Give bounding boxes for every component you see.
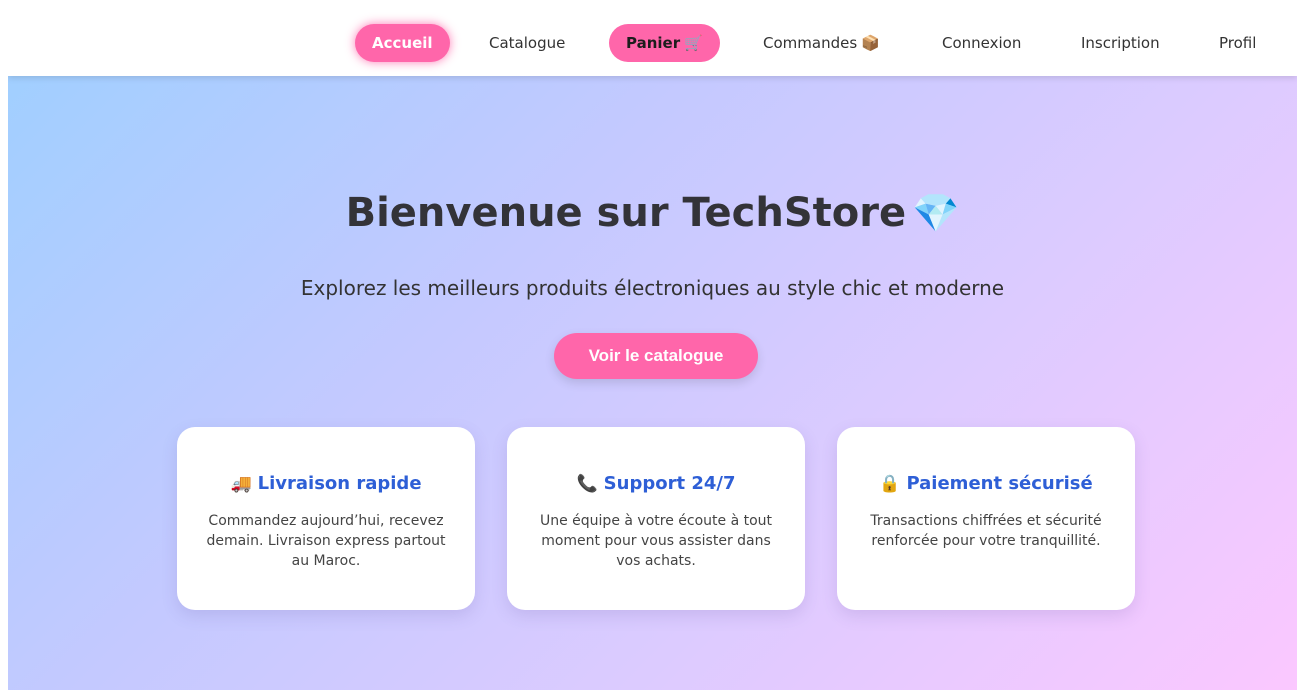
shopping-cart-icon: 🛒 xyxy=(684,34,703,52)
hero-title: Bienvenue sur TechStore 💎 xyxy=(8,188,1297,238)
view-catalogue-button[interactable]: Voir le catalogue xyxy=(554,333,758,379)
feature-card-title-text: Support 24/7 xyxy=(603,473,736,494)
lock-icon: 🔒 xyxy=(879,474,901,494)
feature-card-payment: 🔒 Paiement sécurisé Transactions chiffrée… xyxy=(837,427,1135,610)
nav-link-label: Commandes xyxy=(763,34,858,52)
nav-link-commandes[interactable]: Commandes 📦 xyxy=(763,24,880,62)
hero-section: Bienvenue sur TechStore 💎 Explorez les me… xyxy=(8,76,1297,690)
nav-link-label: Profil xyxy=(1219,34,1257,52)
feature-card-title: 🔒 Paiement sécurisé xyxy=(837,472,1135,496)
nav-link-label: Inscription xyxy=(1081,34,1160,52)
nav-link-inscription[interactable]: Inscription xyxy=(1081,24,1160,62)
hero-title-text: Bienvenue sur TechStore xyxy=(345,190,907,236)
nav-link-label: Panier xyxy=(626,34,681,52)
gem-icon: 💎 xyxy=(912,191,960,235)
nav-link-connexion[interactable]: Connexion xyxy=(942,24,1021,62)
nav-link-catalogue[interactable]: Catalogue xyxy=(489,24,565,62)
nav-link-panier[interactable]: Panier 🛒 xyxy=(609,24,720,62)
page: Accueil Catalogue Panier 🛒 Commandes 📦 Con… xyxy=(8,0,1297,690)
nav-link-label: Catalogue xyxy=(489,34,566,52)
feature-card-text: Transactions chiffrées et sécurité renfo… xyxy=(870,513,1102,549)
telephone-icon: 📞 xyxy=(576,474,598,494)
feature-card-title-text: Paiement sécurisé xyxy=(906,473,1093,494)
feature-card-title: 🚚 Livraison rapide xyxy=(177,472,475,496)
feature-card-title: 📞 Support 24/7 xyxy=(507,472,805,496)
feature-card-delivery: 🚚 Livraison rapide Commandez aujourd’hui,… xyxy=(177,427,475,610)
feature-card-support: 📞 Support 24/7 Une équipe à votre écoute … xyxy=(507,427,805,610)
package-icon: 📦 xyxy=(861,34,880,52)
feature-card-text: Une équipe à votre écoute à tout moment … xyxy=(539,513,773,569)
top-navbar: Accueil Catalogue Panier 🛒 Commandes 📦 Con… xyxy=(8,0,1297,76)
nav-link-label: Accueil xyxy=(372,34,433,52)
hero-subtitle: Explorez les meilleurs produits électron… xyxy=(300,276,1005,300)
nav-link-label: Connexion xyxy=(942,34,1022,52)
feature-card-title-text: Livraison rapide xyxy=(257,473,422,494)
nav-link-accueil[interactable]: Accueil xyxy=(355,24,450,62)
nav-link-profil[interactable]: Profil xyxy=(1219,24,1256,62)
delivery-truck-icon: 🚚 xyxy=(230,474,252,494)
feature-card-text: Commandez aujourd’hui, recevez demain. L… xyxy=(206,513,446,569)
